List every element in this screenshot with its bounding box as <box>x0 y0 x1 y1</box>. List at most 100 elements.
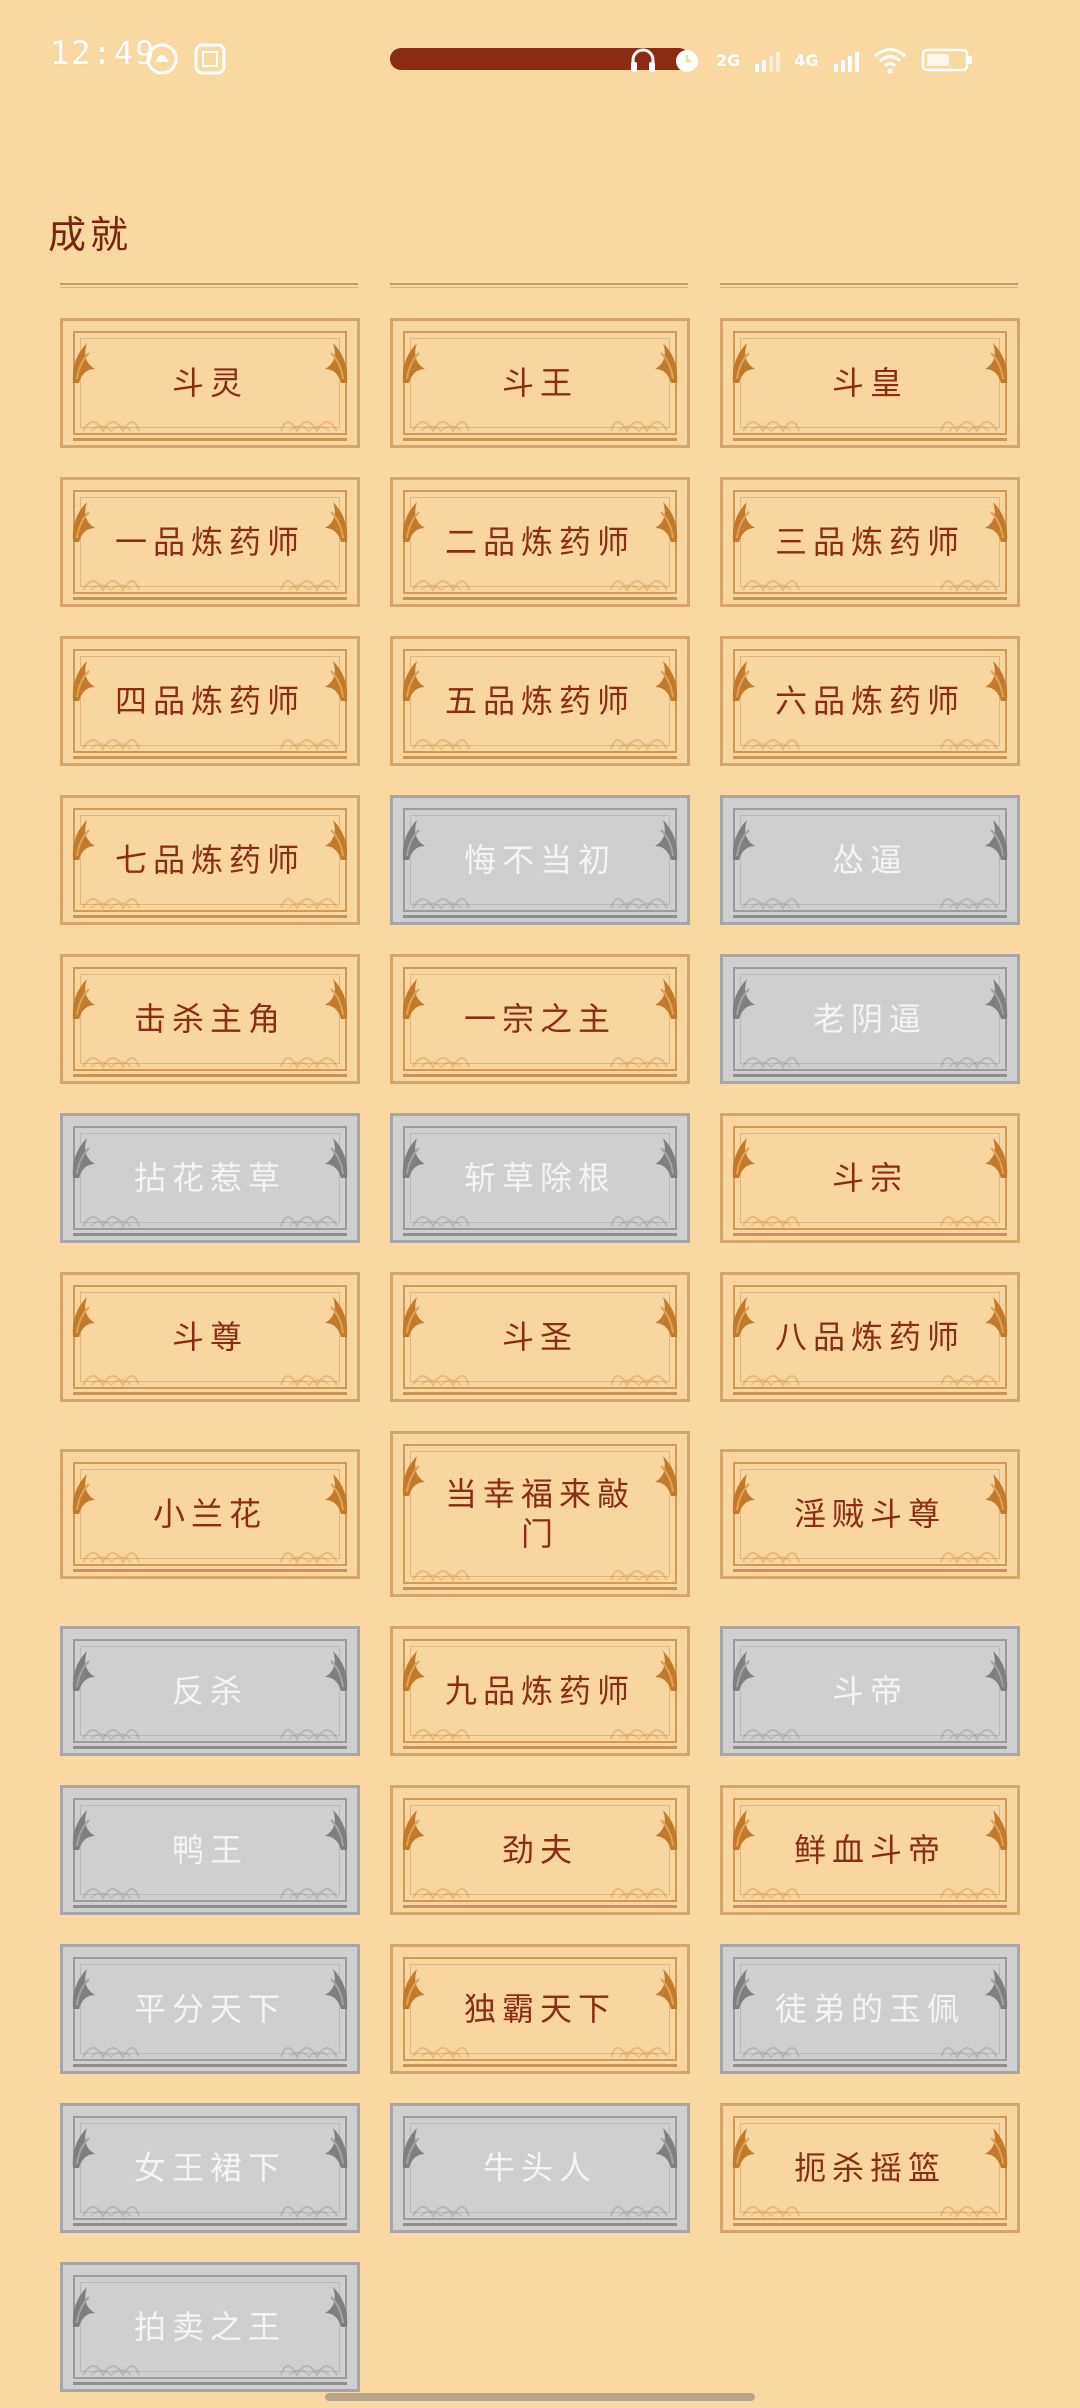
achievement-badge[interactable]: 八品炼药师 <box>720 1272 1020 1402</box>
leaf-ornament-icon <box>72 979 95 1019</box>
home-indicator[interactable] <box>325 2393 755 2401</box>
leaf-ornament-icon <box>985 343 1008 383</box>
leaf-ornament-icon <box>325 1810 348 1850</box>
achievement-badge[interactable]: 淫贼斗尊 <box>720 1449 1020 1579</box>
achievement-badge[interactable]: 斗帝 <box>720 1626 1020 1756</box>
leaf-ornament-icon <box>325 1474 348 1514</box>
leaf-ornament-icon <box>732 1474 755 1514</box>
achievement-label: 斩草除根 <box>463 1159 616 1197</box>
achievement-badge[interactable]: 九品炼药师 <box>390 1626 690 1756</box>
leaf-ornament-icon <box>402 820 425 860</box>
leaf-ornament-icon <box>402 661 425 701</box>
leaf-ornament-icon <box>72 1297 95 1337</box>
achievement-label: 斗尊 <box>171 1318 248 1356</box>
achievement-badge[interactable]: 平分天下 <box>60 1944 360 2074</box>
achievement-badge[interactable]: 反杀 <box>60 1626 360 1756</box>
leaf-ornament-icon <box>402 1969 425 2009</box>
achievement-label: 九品炼药师 <box>444 1672 635 1710</box>
leaf-ornament-icon <box>325 1651 348 1691</box>
achievement-badge[interactable]: 当幸福来敲门 <box>390 1431 690 1597</box>
achievement-badge[interactable]: 斗宗 <box>720 1113 1020 1243</box>
achievement-label: 徒弟的玉佩 <box>774 1990 965 2028</box>
alarm-icon <box>676 50 698 72</box>
achievement-badge[interactable]: 悔不当初 <box>390 795 690 925</box>
leaf-ornament-icon <box>732 1297 755 1337</box>
leaf-ornament-icon <box>985 2128 1008 2168</box>
achievement-label: 斗王 <box>501 364 578 402</box>
achievement-label: 八品炼药师 <box>774 1318 965 1356</box>
leaf-ornament-icon <box>655 2128 678 2168</box>
leaf-ornament-icon <box>402 1810 425 1850</box>
achievement-badge[interactable]: 拈花惹草 <box>60 1113 360 1243</box>
leaf-ornament-icon <box>402 1138 425 1178</box>
achievement-badge[interactable]: 二品炼药师 <box>390 477 690 607</box>
achievement-badge[interactable]: 拍卖之王 <box>60 2262 360 2392</box>
column-divider <box>60 283 358 288</box>
leaf-ornament-icon <box>985 661 1008 701</box>
leaf-ornament-icon <box>985 502 1008 542</box>
achievement-badge[interactable]: 斗灵 <box>60 318 360 448</box>
leaf-ornament-icon <box>72 2128 95 2168</box>
achievement-badge[interactable]: 六品炼药师 <box>720 636 1020 766</box>
achievement-label: 小兰花 <box>152 1495 267 1533</box>
leaf-ornament-icon <box>325 820 348 860</box>
leaf-ornament-icon <box>655 979 678 1019</box>
network-2g-label: 2G <box>716 50 741 70</box>
achievement-badge[interactable]: 一宗之主 <box>390 954 690 1084</box>
achievement-badge[interactable]: 怂逼 <box>720 795 1020 925</box>
achievement-badge[interactable]: 四品炼药师 <box>60 636 360 766</box>
leaf-ornament-icon <box>402 343 425 383</box>
column-divider <box>390 283 688 288</box>
leaf-ornament-icon <box>985 1810 1008 1850</box>
achievement-badge[interactable]: 斗皇 <box>720 318 1020 448</box>
achievement-badge[interactable]: 女王裙下 <box>60 2103 360 2233</box>
leaf-ornament-icon <box>72 343 95 383</box>
network-4g-label: 4G <box>794 50 819 70</box>
achievement-badge[interactable]: 五品炼药师 <box>390 636 690 766</box>
achievement-label: 老阴逼 <box>812 1000 927 1038</box>
leaf-ornament-icon <box>985 979 1008 1019</box>
page-title: 成就 <box>48 213 133 257</box>
leaf-ornament-icon <box>985 820 1008 860</box>
leaf-ornament-icon <box>325 2287 348 2327</box>
leaf-ornament-icon <box>325 979 348 1019</box>
leaf-ornament-icon <box>655 1297 678 1337</box>
achievement-badge[interactable]: 牛头人 <box>390 2103 690 2233</box>
status-bar: 12:49 2G 4G <box>0 0 1080 120</box>
leaf-ornament-icon <box>732 343 755 383</box>
achievement-label: 女王裙下 <box>133 2149 286 2187</box>
leaf-ornament-icon <box>985 1297 1008 1337</box>
achievement-badge[interactable]: 击杀主角 <box>60 954 360 1084</box>
achievement-label: 悔不当初 <box>463 841 616 879</box>
achievement-badge[interactable]: 老阴逼 <box>720 954 1020 1084</box>
achievement-label: 一品炼药师 <box>114 523 305 561</box>
achievement-badge[interactable]: 鲜血斗帝 <box>720 1785 1020 1915</box>
leaf-ornament-icon <box>402 502 425 542</box>
achievement-badge[interactable]: 劲夫 <box>390 1785 690 1915</box>
leaf-ornament-icon <box>325 343 348 383</box>
leaf-ornament-icon <box>72 2287 95 2327</box>
achievement-label: 独霸天下 <box>463 1990 616 2028</box>
achievement-badge[interactable]: 一品炼药师 <box>60 477 360 607</box>
leaf-ornament-icon <box>655 1969 678 2009</box>
achievement-badge[interactable]: 独霸天下 <box>390 1944 690 2074</box>
achievement-badge[interactable]: 斗尊 <box>60 1272 360 1402</box>
achievement-badge[interactable]: 三品炼药师 <box>720 477 1020 607</box>
leaf-ornament-icon <box>655 1651 678 1691</box>
achievement-badge[interactable]: 七品炼药师 <box>60 795 360 925</box>
leaf-ornament-icon <box>325 1138 348 1178</box>
leaf-ornament-icon <box>72 1651 95 1691</box>
achievement-label: 六品炼药师 <box>774 682 965 720</box>
achievement-badge[interactable]: 扼杀摇篮 <box>720 2103 1020 2233</box>
achievement-badge[interactable]: 小兰花 <box>60 1449 360 1579</box>
achievement-badge[interactable]: 徒弟的玉佩 <box>720 1944 1020 2074</box>
achievement-badge[interactable]: 斩草除根 <box>390 1113 690 1243</box>
leaf-ornament-icon <box>732 820 755 860</box>
leaf-ornament-icon <box>655 343 678 383</box>
leaf-ornament-icon <box>325 1969 348 2009</box>
achievement-badge[interactable]: 鸭王 <box>60 1785 360 1915</box>
achievement-badge[interactable]: 斗王 <box>390 318 690 448</box>
achievement-label: 一宗之主 <box>463 1000 616 1038</box>
achievement-badge[interactable]: 斗圣 <box>390 1272 690 1402</box>
achievement-label: 劲夫 <box>501 1831 578 1869</box>
